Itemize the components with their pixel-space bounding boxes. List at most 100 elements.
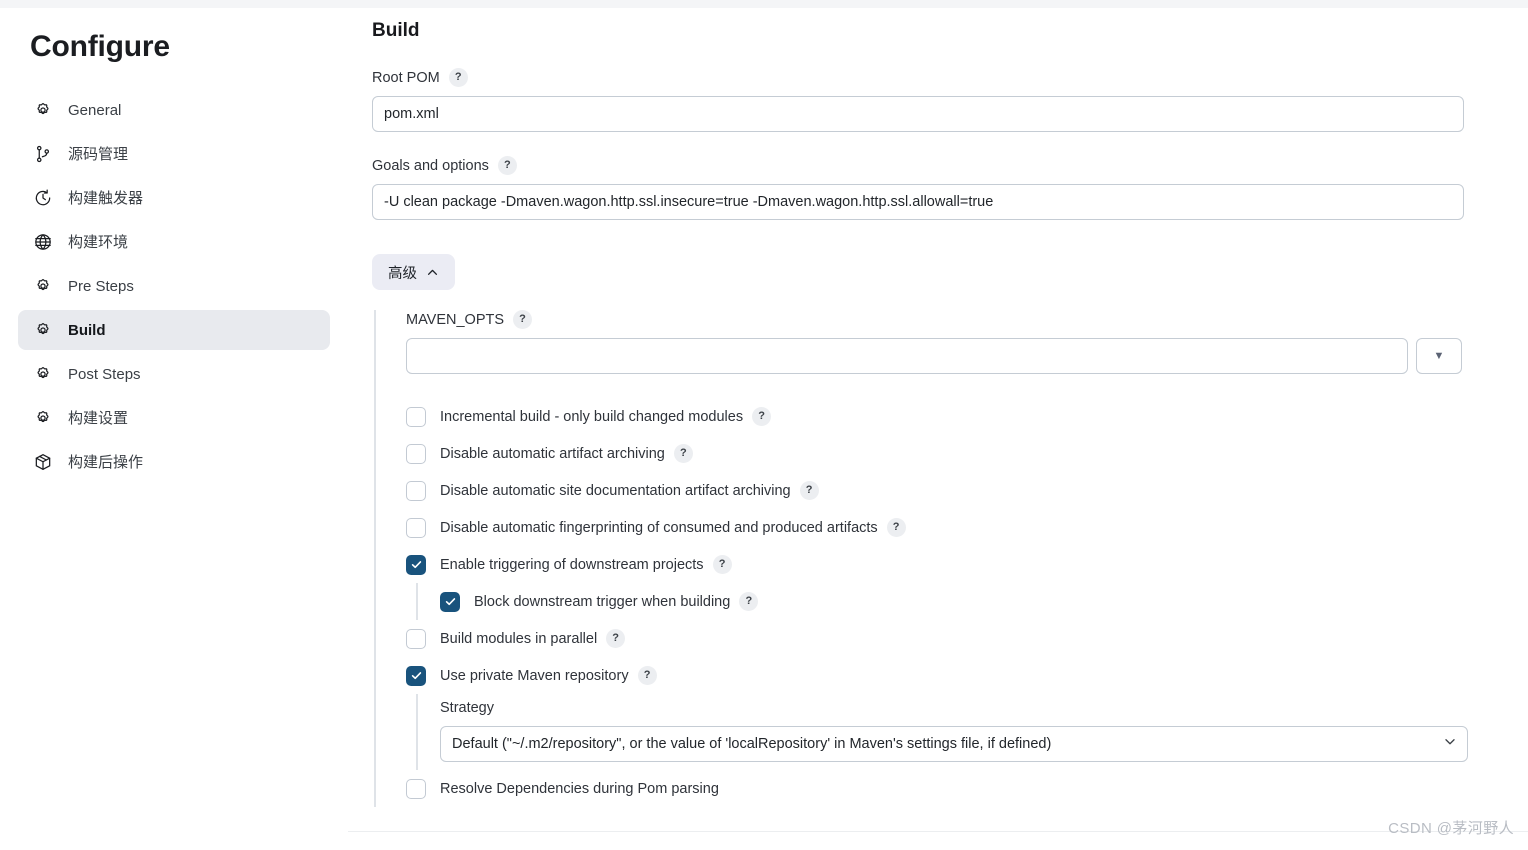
sidebar-nav-list: General 源码管理构建触发器构建环境 Pre Steps Build Post S… [18, 90, 330, 482]
maven-opts-row: ▼ [406, 338, 1464, 374]
sidebar-item-构建设置[interactable]: 构建设置 [18, 398, 330, 438]
build-section-heading: Build [372, 20, 420, 41]
checkbox-unchecked[interactable] [406, 517, 426, 538]
help-icon[interactable]: ? [448, 68, 468, 87]
sidebar-item-label: General [68, 101, 122, 119]
sidebar-item-general[interactable]: General [18, 90, 330, 130]
checkbox-unchecked[interactable] [406, 778, 426, 799]
top-strip [0, 0, 1528, 8]
bottom-divider [348, 831, 1528, 832]
maven-opts-input[interactable] [406, 338, 1408, 374]
maven-opts-label: MAVEN_OPTS [406, 311, 505, 328]
sidebar-item-构建环境[interactable]: 构建环境 [18, 222, 330, 262]
checkbox-checked[interactable] [406, 554, 426, 575]
checkbox-row[interactable]: Disable automatic fingerprinting of cons… [406, 509, 1464, 546]
sidebar-item-post-steps[interactable]: Post Steps [18, 354, 330, 394]
globe-icon [32, 231, 54, 253]
strategy-label: Strategy [440, 700, 494, 716]
gear-icon [32, 363, 54, 385]
gear-icon [32, 407, 54, 429]
git-branch-icon [32, 143, 54, 165]
checkbox-unchecked[interactable] [406, 406, 426, 427]
sidebar-item-label: 源码管理 [68, 145, 129, 163]
root-pom-input[interactable] [372, 96, 1464, 132]
help-icon[interactable]: ? [513, 310, 533, 329]
goals-field: Goals and options ? [372, 156, 1464, 220]
root-pom-label-row: Root POM ? [372, 68, 1464, 87]
sidebar-item-构建后操作[interactable]: 构建后操作 [18, 442, 330, 482]
goals-label: Goals and options [372, 157, 489, 174]
checkbox-unchecked[interactable] [406, 443, 426, 464]
help-icon[interactable]: ? [712, 555, 732, 574]
checkbox-unchecked[interactable] [406, 628, 426, 649]
checkbox-label[interactable]: Block downstream trigger when building [474, 594, 730, 610]
sidebar-item-build[interactable]: Build [18, 310, 330, 350]
advanced-toggle-button[interactable]: 高级 [372, 254, 455, 290]
gear-icon [32, 319, 54, 341]
checkbox-checked[interactable] [406, 665, 426, 686]
advanced-toggle-label: 高级 [388, 265, 417, 282]
maven-opts-field: MAVEN_OPTS ? ▼ [406, 310, 1464, 374]
checkbox-checked[interactable] [440, 591, 460, 612]
checkbox-unchecked[interactable] [406, 480, 426, 501]
sidebar-item-label: Pre Steps [68, 277, 134, 295]
help-icon[interactable]: ? [739, 592, 759, 611]
help-icon[interactable]: ? [886, 518, 906, 537]
help-icon[interactable]: ? [637, 666, 657, 685]
build-options-checklist: Incremental build - only build changed m… [406, 398, 1468, 807]
check-icon [445, 598, 455, 606]
root-pom-field: Root POM ? [372, 68, 1464, 132]
sidebar-item-构建触发器[interactable]: 构建触发器 [18, 178, 330, 218]
main-content: Build Root POM ? Goals and options ? 高级 [348, 8, 1528, 850]
strategy-select[interactable]: Default ("~/.m2/repository", or the valu… [440, 726, 1468, 762]
checkbox-label[interactable]: Resolve Dependencies during Pom parsing [440, 781, 719, 797]
root-pom-label: Root POM [372, 69, 440, 86]
triangle-down-icon: ▼ [1433, 349, 1445, 362]
package-icon [32, 451, 54, 473]
help-icon[interactable]: ? [673, 444, 693, 463]
sidebar-item-label: 构建触发器 [68, 189, 144, 207]
help-icon[interactable]: ? [497, 156, 517, 175]
checkbox-row[interactable]: Resolve Dependencies during Pom parsing [406, 770, 1464, 807]
maven-opts-label-row: MAVEN_OPTS ? [406, 310, 1464, 329]
sidebar-item-label: Post Steps [68, 365, 141, 383]
sidebar-item-label: 构建后操作 [68, 453, 144, 471]
checkbox-label[interactable]: Use private Maven repository [440, 668, 629, 684]
checkbox-row[interactable]: Incremental build - only build changed m… [406, 398, 1464, 435]
checkbox-row[interactable]: Disable automatic site documentation art… [406, 472, 1464, 509]
strategy-select-wrapper: Default ("~/.m2/repository", or the valu… [440, 726, 1468, 762]
maven-opts-dropdown-button[interactable]: ▼ [1416, 338, 1462, 374]
checkbox-label[interactable]: Disable automatic fingerprinting of cons… [440, 520, 878, 536]
checkbox-row[interactable]: Disable automatic artifact archiving? [406, 435, 1464, 472]
advanced-panel: MAVEN_OPTS ? ▼ Incremental build - only … [374, 310, 1468, 807]
checkbox-label[interactable]: Enable triggering of downstream projects [440, 557, 704, 573]
checkbox-row[interactable]: Enable triggering of downstream projects… [406, 546, 1464, 583]
goals-input[interactable] [372, 184, 1464, 220]
sidebar: Configure General 源码管理构建触发器构建环境 Pre Steps B… [0, 8, 348, 850]
sidebar-item-pre-steps[interactable]: Pre Steps [18, 266, 330, 306]
checkbox-label[interactable]: Disable automatic artifact archiving [440, 446, 665, 462]
strategy-block: Strategy Default ("~/.m2/repository", or … [416, 694, 1468, 770]
gear-icon [32, 275, 54, 297]
gear-icon [32, 99, 54, 121]
sidebar-item-label: 构建设置 [68, 409, 129, 427]
configure-page: Configure General 源码管理构建触发器构建环境 Pre Steps B… [0, 0, 1528, 850]
help-icon[interactable]: ? [606, 629, 626, 648]
page-title: Configure [30, 30, 170, 63]
help-icon[interactable]: ? [752, 407, 772, 426]
checkbox-row[interactable]: Block downstream trigger when building? [416, 583, 1464, 620]
check-icon [411, 561, 421, 569]
sidebar-item-label: Build [68, 321, 106, 339]
check-icon [411, 672, 421, 680]
checkbox-label[interactable]: Build modules in parallel [440, 631, 597, 647]
checkbox-label[interactable]: Incremental build - only build changed m… [440, 409, 743, 425]
checkbox-row[interactable]: Build modules in parallel? [406, 620, 1464, 657]
watermark: CSDN @茅河野人 [1388, 820, 1514, 837]
help-icon[interactable]: ? [799, 481, 819, 500]
chevron-up-icon [427, 269, 438, 275]
checkbox-label[interactable]: Disable automatic site documentation art… [440, 483, 791, 499]
checkbox-row[interactable]: Use private Maven repository? [406, 657, 1464, 694]
sidebar-item-label: 构建环境 [68, 233, 129, 251]
sidebar-item-源码管理[interactable]: 源码管理 [18, 134, 330, 174]
clock-icon [32, 187, 54, 209]
